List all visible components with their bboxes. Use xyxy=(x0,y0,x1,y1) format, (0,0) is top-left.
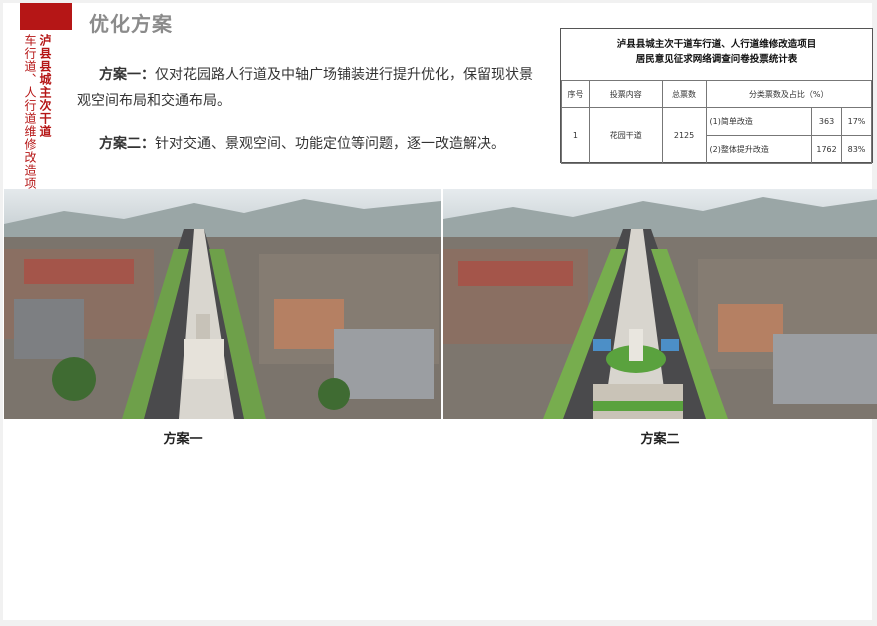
option-1-name: (1)简单改造 xyxy=(705,107,813,136)
header-breakdown: 分类票数及占比（%） xyxy=(705,80,872,108)
row-index: 1 xyxy=(561,107,590,164)
header-index: 序号 xyxy=(561,80,590,108)
option-2-percent: 83% xyxy=(841,135,872,164)
vote-statistics-table: 泸县县城主次干道车行道、人行道维修改造项目 居民意见征求网络调查问卷投票统计表 … xyxy=(560,28,873,164)
scheme-2-text: 针对交通、景观空间、功能定位等问题，逐一改造解决。 xyxy=(155,136,505,152)
scheme-2-caption: 方案二 xyxy=(640,432,680,447)
option-2-name: (2)整体提升改造 xyxy=(705,135,813,164)
stats-grid: 序号 投票内容 总票数 分类票数及占比（%） 1 花园干道 2125 (1)简单… xyxy=(561,80,872,164)
stats-title-line-2: 居民意见征求网络调查问卷投票统计表 xyxy=(635,54,798,65)
option-2-votes: 1762 xyxy=(811,135,843,164)
aerial-render-scheme-1-image xyxy=(4,189,441,419)
header-total: 总票数 xyxy=(661,80,707,108)
row-total: 2125 xyxy=(661,107,707,164)
stats-table-title: 泸县县城主次干道车行道、人行道维修改造项目 居民意见征求网络调查问卷投票统计表 xyxy=(561,37,872,67)
option-1-votes: 363 xyxy=(811,107,843,136)
scheme-1-label: 方案一： xyxy=(99,67,155,83)
vertical-project-title: 泸县县城主次干道 xyxy=(38,34,52,138)
header-content: 投票内容 xyxy=(588,80,663,108)
scheme-1-description: 方案一：仅对花园路人行道及中轴广场铺装进行提升优化，保留现状景观空间布局和交通布… xyxy=(77,62,537,114)
scheme-2-label: 方案二： xyxy=(99,136,155,152)
aerial-render-scheme-2-image xyxy=(443,189,877,419)
title-accent-bar xyxy=(20,3,72,30)
scheme-2-description: 方案二：针对交通、景观空间、功能定位等问题，逐一改造解决。 xyxy=(77,131,537,157)
page-title: 优化方案 xyxy=(89,12,173,36)
row-content: 花园干道 xyxy=(588,107,663,164)
option-1-percent: 17% xyxy=(841,107,872,136)
vertical-project-subtitle: 车行道、人行道维修改造项 xyxy=(23,34,37,190)
scheme-1-caption: 方案一 xyxy=(163,432,203,447)
stats-title-line-1: 泸县县城主次干道车行道、人行道维修改造项目 xyxy=(616,39,817,50)
